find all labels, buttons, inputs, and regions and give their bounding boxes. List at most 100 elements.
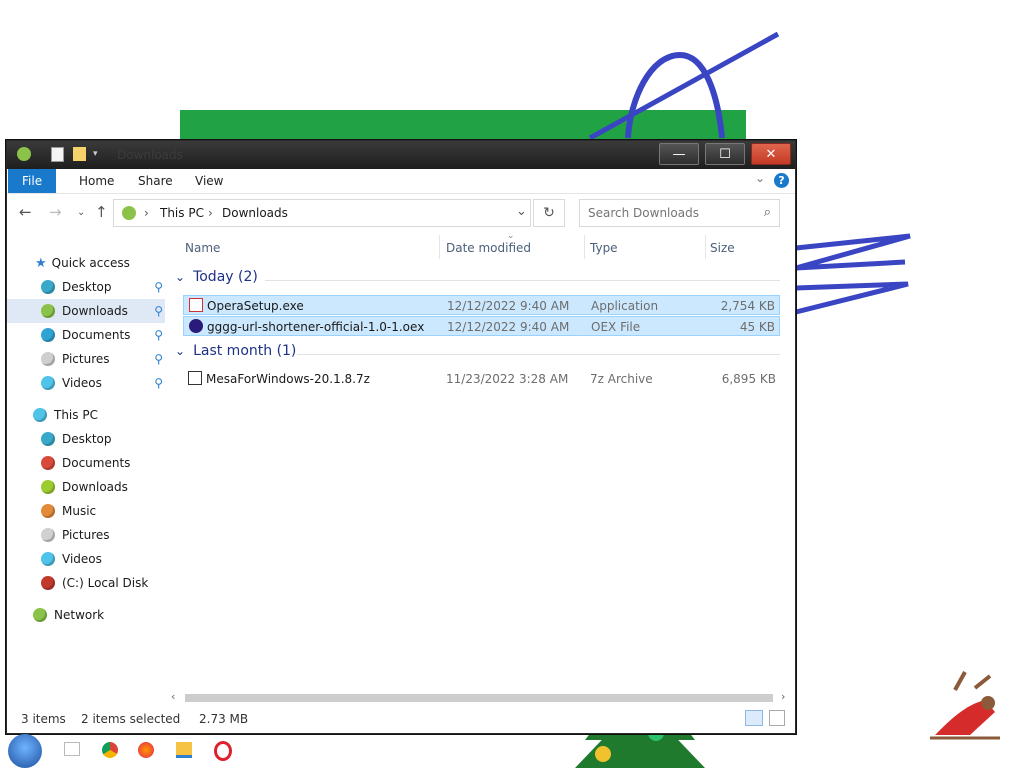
search-icon[interactable]: ⌕ xyxy=(764,205,771,220)
refresh-button[interactable]: ↻ xyxy=(533,199,565,227)
file-size: 45 KB xyxy=(739,320,775,334)
group-header[interactable]: ⌄ Last month (1) xyxy=(175,343,296,359)
ribbon-tabs: File Home Share View ⌄ ? xyxy=(7,169,795,194)
expand-ribbon-chevron-icon[interactable]: ⌄ xyxy=(755,171,765,185)
breadcrumb-separator[interactable]: › xyxy=(144,206,149,220)
column-header-type[interactable]: Type xyxy=(590,241,618,255)
opera-icon[interactable] xyxy=(214,741,232,761)
desktop-folder-icon xyxy=(41,432,55,446)
file-explorer-taskbar-icon[interactable] xyxy=(176,742,192,758)
close-button[interactable]: ✕ xyxy=(751,143,791,165)
tab-view[interactable]: View xyxy=(181,169,237,193)
file-type: OEX File xyxy=(591,320,641,334)
help-icon[interactable]: ? xyxy=(774,173,789,188)
pictures-folder-icon xyxy=(41,352,55,366)
nav-quick-pictures[interactable]: Pictures ⚲ xyxy=(7,347,165,371)
documents-folder-icon xyxy=(41,456,55,470)
tab-share[interactable]: Share xyxy=(124,169,187,193)
details-view-icon[interactable] xyxy=(745,710,763,726)
nav-quick-downloads[interactable]: Downloads ⚲ xyxy=(7,299,165,323)
firefox-icon[interactable] xyxy=(138,742,154,758)
nav-quick-documents[interactable]: Documents ⚲ xyxy=(7,323,165,347)
chrome-icon[interactable] xyxy=(102,742,118,758)
title-bar[interactable]: ▾ Downloads — ☐ ✕ xyxy=(7,141,795,169)
pin-icon[interactable]: ⚲ xyxy=(154,376,163,390)
file-row[interactable]: gggg-url-shortener-official-1.0-1.oex 12/… xyxy=(183,316,780,336)
group-label: Today (2) xyxy=(193,269,258,285)
scroll-left-arrow-icon[interactable]: ‹ xyxy=(171,690,175,703)
downloads-folder-icon xyxy=(41,304,55,318)
dancer-figure-decoration xyxy=(930,671,1000,740)
selection-count: 2 items selected xyxy=(81,712,181,726)
tab-file[interactable]: File xyxy=(8,169,57,193)
nav-pc-music[interactable]: Music xyxy=(7,499,165,523)
sort-indicator-icon: ⌄ xyxy=(507,231,515,241)
nav-pc-downloads[interactable]: Downloads xyxy=(7,475,165,499)
collapse-chevron-icon[interactable]: ⌄ xyxy=(175,344,185,358)
pin-icon[interactable]: ⚲ xyxy=(154,280,163,294)
nav-pc-videos[interactable]: Videos xyxy=(7,547,165,571)
nav-quick-videos[interactable]: Videos ⚲ xyxy=(7,371,165,395)
column-divider[interactable] xyxy=(439,235,440,259)
maximize-button[interactable]: ☐ xyxy=(705,143,745,165)
file-row[interactable]: OperaSetup.exe 12/12/2022 9:40 AM Applicat… xyxy=(183,295,780,315)
nav-pc-pictures[interactable]: Pictures xyxy=(7,523,165,547)
forward-arrow-icon[interactable]: → xyxy=(49,203,62,221)
nav-pc-desktop[interactable]: Desktop xyxy=(7,427,165,451)
column-header-name[interactable]: Name xyxy=(185,241,220,255)
group-label: Last month (1) xyxy=(193,343,297,359)
start-button[interactable] xyxy=(8,734,42,768)
address-history-chevron-icon[interactable]: ⌄ xyxy=(516,204,527,219)
breadcrumb-downloads[interactable]: Downloads xyxy=(222,206,288,220)
oex-file-icon xyxy=(189,319,203,333)
c-local-disk-folder-icon xyxy=(41,576,55,590)
horizontal-scrollbar[interactable]: ‹ › xyxy=(165,689,793,705)
star-icon: ★ xyxy=(35,255,47,271)
customize-qat-chevron-icon[interactable]: ▾ xyxy=(93,149,107,163)
task-view-icon[interactable] xyxy=(64,742,80,756)
collapse-chevron-icon[interactable]: ⌄ xyxy=(175,270,185,284)
column-header-size[interactable]: Size xyxy=(710,241,735,255)
breadcrumb-this-pc[interactable]: This PC xyxy=(160,206,204,220)
nav-pc-c-local-disk[interactable]: (C:) Local Disk xyxy=(7,571,165,595)
nav-label: This PC xyxy=(54,408,98,422)
group-header[interactable]: ⌄ Today (2) xyxy=(175,269,258,285)
nav-quick-access[interactable]: ★ Quick access xyxy=(7,251,165,275)
group-divider xyxy=(297,354,780,355)
column-divider[interactable] xyxy=(584,235,585,259)
pin-icon[interactable]: ⚲ xyxy=(154,328,163,342)
downloads-folder-icon xyxy=(41,480,55,494)
column-header-date-modified[interactable]: Date modified xyxy=(446,241,531,255)
file-date: 12/12/2022 9:40 AM xyxy=(447,320,570,334)
nav-this-pc[interactable]: This PC xyxy=(7,403,165,427)
recent-locations-chevron-icon[interactable]: ⌄ xyxy=(77,207,85,218)
search-box[interactable]: ⌕ xyxy=(579,199,780,227)
nav-label: Quick access xyxy=(51,256,130,270)
address-bar[interactable]: › This PC › Downloads ⌄ xyxy=(113,199,531,227)
scroll-right-arrow-icon[interactable]: › xyxy=(781,690,785,703)
new-folder-icon[interactable] xyxy=(73,147,86,161)
pin-icon[interactable]: ⚲ xyxy=(154,304,163,318)
desktop-folder-icon xyxy=(41,280,55,294)
large-icons-view-icon[interactable] xyxy=(769,710,785,726)
nav-label: Videos xyxy=(62,552,102,566)
nav-quick-desktop[interactable]: Desktop ⚲ xyxy=(7,275,165,299)
file-row[interactable]: MesaForWindows-20.1.8.7z 11/23/2022 3:28 … xyxy=(183,369,780,389)
tab-home[interactable]: Home xyxy=(65,169,128,193)
documents-folder-icon xyxy=(41,328,55,342)
column-divider[interactable] xyxy=(705,235,706,259)
nav-pc-documents[interactable]: Documents xyxy=(7,451,165,475)
scrollbar-thumb[interactable] xyxy=(185,694,773,702)
minimize-button[interactable]: — xyxy=(659,143,699,165)
pin-icon[interactable]: ⚲ xyxy=(154,352,163,366)
search-input[interactable] xyxy=(588,206,748,220)
nav-label: Downloads xyxy=(62,480,128,494)
up-arrow-icon[interactable]: ↑ xyxy=(95,203,108,221)
nav-label: (C:) Local Disk xyxy=(62,576,149,590)
nav-network[interactable]: Network xyxy=(7,603,165,627)
nav-label: Videos xyxy=(62,376,102,390)
breadcrumb-separator[interactable]: › xyxy=(208,206,213,220)
back-arrow-icon[interactable]: ← xyxy=(19,203,32,221)
properties-icon[interactable] xyxy=(51,147,64,162)
nav-label: Documents xyxy=(62,456,131,470)
